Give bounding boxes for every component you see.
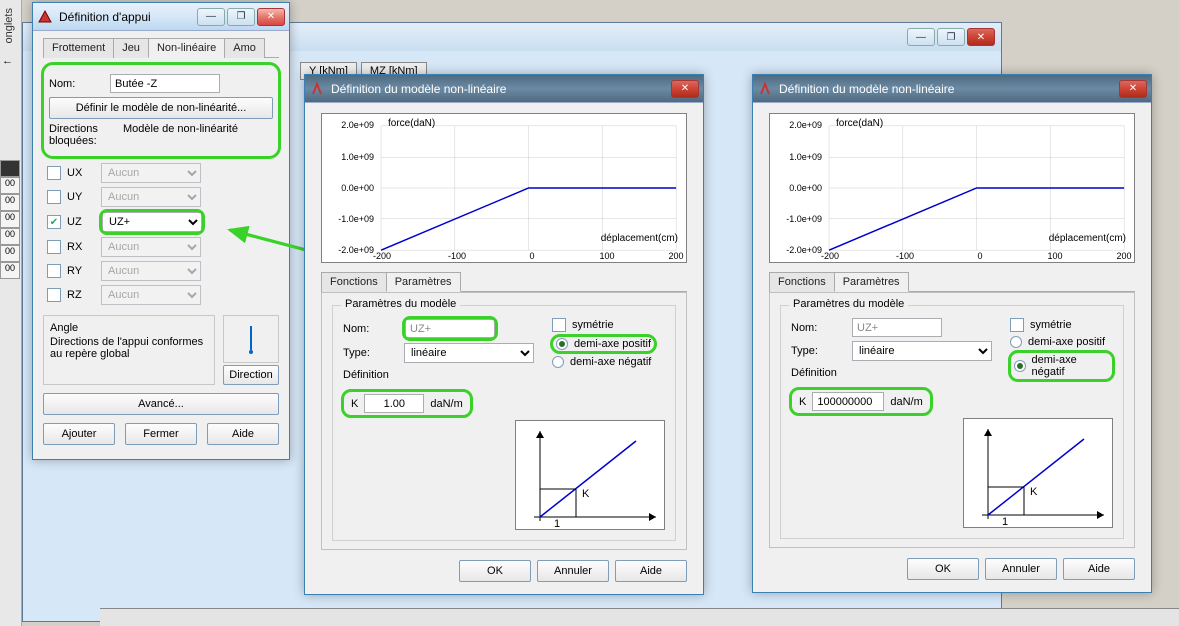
ok-button-b[interactable]: OK: [907, 558, 979, 580]
model-name-b: [852, 318, 942, 337]
radio-pos-a[interactable]: [556, 338, 568, 350]
model-type-a[interactable]: linéaire: [404, 343, 534, 363]
model-type-b[interactable]: linéaire: [852, 341, 992, 361]
bg-close-button[interactable]: ✕: [967, 28, 995, 46]
model-header-label: Modèle de non-linéarité: [123, 123, 238, 135]
svg-text:K: K: [582, 488, 590, 500]
cancel-button-b[interactable]: Annuler: [985, 558, 1057, 580]
support-definition-dialog: Définition d'appui — ❐ ✕ Frottement Jeu …: [32, 2, 290, 460]
def-label-a: Définition: [343, 369, 534, 381]
chk-rx[interactable]: [47, 240, 61, 254]
help-button-b[interactable]: Aide: [1063, 558, 1135, 580]
tab-fonctions-a[interactable]: Fonctions: [321, 272, 387, 292]
sel-ry: Aucun: [101, 261, 201, 281]
nl-model-dialog-b: Définition du modèle non-linéaire ✕ forc…: [752, 74, 1152, 593]
close-button-a[interactable]: ✕: [671, 80, 699, 98]
nl-dialog-title-a: Définition du modèle non-linéaire: [331, 82, 671, 96]
nl-icon-b: [757, 81, 773, 97]
back-arrow[interactable]: ←: [0, 51, 21, 71]
svg-text:1: 1: [554, 518, 560, 530]
support-name-input[interactable]: [110, 74, 220, 93]
help-button[interactable]: Aide: [207, 423, 279, 445]
chk-uy[interactable]: [47, 190, 61, 204]
chk-sym-b[interactable]: [1010, 318, 1024, 332]
chart-a: force(daN) déplacement(cm) 2.0e+09 1.0e+…: [321, 113, 687, 263]
law-preview-a: K1: [515, 420, 665, 530]
chart-b: force(daN) déplacement(cm) 2.0e+09 1.0e+…: [769, 113, 1135, 263]
help-button-a[interactable]: Aide: [615, 560, 687, 582]
tab-fonctions-b[interactable]: Fonctions: [769, 272, 835, 292]
left-grid: 00 00 00 00 00 00: [0, 160, 20, 279]
sel-ux: Aucun: [101, 163, 201, 183]
def-label-b: Définition: [791, 367, 992, 379]
chk-ry[interactable]: [47, 264, 61, 278]
nl-icon: [309, 81, 325, 97]
radio-neg-a[interactable]: [552, 356, 564, 368]
k-input-b[interactable]: [812, 392, 884, 411]
svg-text:1: 1: [1002, 516, 1008, 528]
cancel-button-a[interactable]: Annuler: [537, 560, 609, 582]
tab-frottement[interactable]: Frottement: [43, 38, 114, 58]
angle-label: Angle: [50, 322, 208, 334]
chk-rz[interactable]: [47, 288, 61, 302]
advanced-button[interactable]: Avancé...: [43, 393, 279, 415]
close-button[interactable]: ✕: [257, 8, 285, 26]
maximize-button[interactable]: ❐: [227, 8, 255, 26]
model-name-a: [405, 319, 495, 338]
vertical-tab-onglets[interactable]: onglets: [0, 0, 18, 51]
tab-parametres-b[interactable]: Paramètres: [834, 272, 909, 292]
chk-ux[interactable]: [47, 166, 61, 180]
app-icon: [37, 9, 53, 25]
ok-button-a[interactable]: OK: [459, 560, 531, 582]
chk-sym-a[interactable]: [552, 318, 566, 332]
law-preview-b: K1: [963, 418, 1113, 528]
left-strip: onglets ←: [0, 0, 22, 626]
sel-rx: Aucun: [101, 237, 201, 257]
bottom-strip: [100, 608, 1179, 626]
radio-pos-b[interactable]: [1010, 336, 1022, 348]
direction-button[interactable]: Direction: [223, 365, 279, 385]
angle-text: Directions de l'appui conformes au repèr…: [50, 336, 208, 360]
tab-amo[interactable]: Amo: [224, 38, 265, 58]
group-title-b: Paramètres du modèle: [789, 298, 908, 310]
sel-uy: Aucun: [101, 187, 201, 207]
define-model-button[interactable]: Définir le modèle de non-linéarité...: [49, 97, 273, 119]
radio-neg-b[interactable]: [1014, 360, 1026, 372]
minimize-button[interactable]: —: [197, 8, 225, 26]
tab-parametres-a[interactable]: Paramètres: [386, 272, 461, 292]
directions-label: Directions bloquées:: [49, 123, 117, 147]
svg-text:K: K: [1030, 486, 1038, 498]
sel-uz[interactable]: UZ+: [102, 212, 202, 232]
support-dialog-title: Définition d'appui: [59, 10, 197, 24]
add-button[interactable]: Ajouter: [43, 423, 115, 445]
name-label: Nom:: [49, 78, 104, 90]
tab-jeu[interactable]: Jeu: [113, 38, 149, 58]
close-button-b[interactable]: ✕: [1119, 80, 1147, 98]
direction-preview: [223, 315, 279, 363]
nl-model-dialog-a: Définition du modèle non-linéaire ✕ forc…: [304, 74, 704, 595]
support-tabs: Frottement Jeu Non-linéaire Amo: [43, 37, 279, 58]
group-title-a: Paramètres du modèle: [341, 298, 460, 310]
bg-minimize-button[interactable]: —: [907, 28, 935, 46]
chk-uz[interactable]: ✔: [47, 215, 61, 229]
bg-maximize-button[interactable]: ❐: [937, 28, 965, 46]
tab-nonlineaire[interactable]: Non-linéaire: [148, 38, 225, 58]
close-dialog-button[interactable]: Fermer: [125, 423, 197, 445]
sel-rz: Aucun: [101, 285, 201, 305]
k-input-a[interactable]: [364, 394, 424, 413]
nl-dialog-title-b: Définition du modèle non-linéaire: [779, 82, 1119, 96]
